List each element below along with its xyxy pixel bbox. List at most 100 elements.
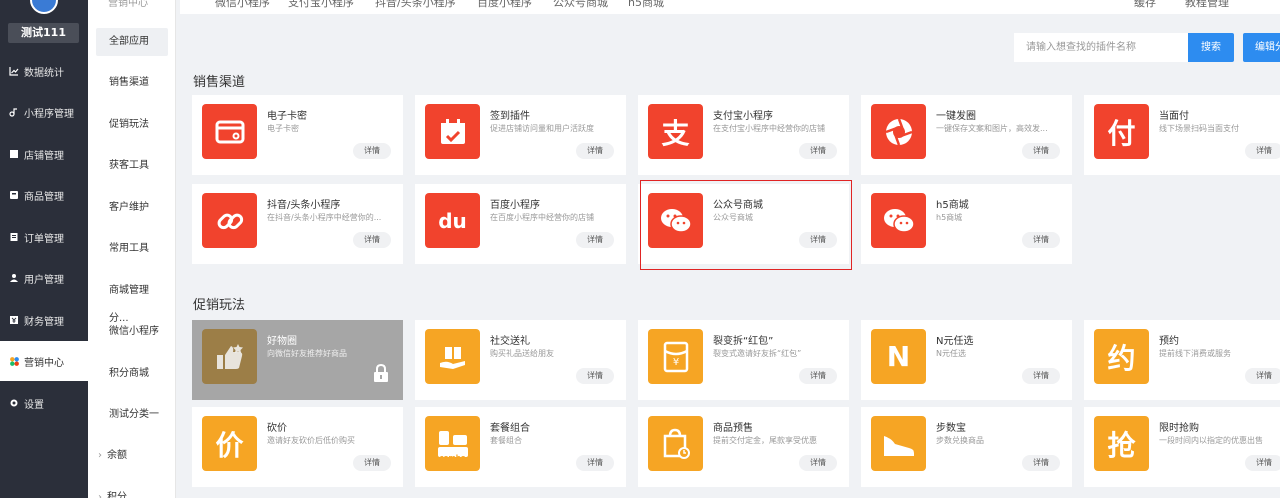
plugin-card[interactable]: 步数宝 步数兑换商品 详情 <box>861 407 1072 487</box>
card-title: 抖音/头条小程序 <box>267 200 341 211</box>
sidebar-item-goods[interactable]: 商品管理 <box>0 175 88 215</box>
card-title: 当面付 <box>1159 111 1189 122</box>
plugin-card[interactable]: h5商城 h5商城 详情 <box>861 184 1072 264</box>
card-description: 在抖音/头条小程序中经营你的... <box>267 213 382 222</box>
detail-button[interactable]: 详情 <box>576 143 614 159</box>
submenu-item-points[interactable]: › 积分 <box>96 484 168 498</box>
plugin-card[interactable]: N N元任选 N元任选 详情 <box>861 320 1072 400</box>
section-title-sales-channel: 销售渠道 <box>193 75 246 90</box>
card-title: 百度小程序 <box>490 200 540 211</box>
plugin-card[interactable]: 签到插件 促进店铺访问量和用户活跃度 详情 <box>415 95 626 175</box>
plugin-card[interactable]: 抢 限时抢购 一段时间内以指定的优惠出售 详情 <box>1084 407 1280 487</box>
plugin-card[interactable]: 好物圈 向微信好友推荐好商品 <box>192 320 403 400</box>
plugin-card[interactable]: 商品预售 提前交付定金，尾款享受优惠 详情 <box>638 407 849 487</box>
top-tab-wechat[interactable]: 微信小程序 <box>215 0 270 10</box>
detail-button[interactable]: 详情 <box>576 455 614 471</box>
submenu-item-balance[interactable]: › 余额 <box>96 442 168 470</box>
detail-button[interactable]: 详情 <box>799 143 837 159</box>
submenu-item-acquisition[interactable]: 获客工具 <box>96 152 168 180</box>
edit-category-button[interactable]: 编辑分类 <box>1243 33 1280 62</box>
sidebar-item-store[interactable]: 店铺管理 <box>0 134 88 174</box>
chart-icon <box>8 65 20 77</box>
card-title: 步数宝 <box>936 423 966 434</box>
top-tab-alipay[interactable]: 支付宝小程序 <box>288 0 354 10</box>
tutorial-link[interactable]: 教程管理 <box>1185 0 1229 10</box>
detail-button[interactable]: 详情 <box>1022 232 1060 248</box>
search-button[interactable]: 搜索 <box>1188 33 1234 62</box>
detail-button[interactable]: 详情 <box>1022 455 1060 471</box>
submenu-item-sales-channel[interactable]: 销售渠道 <box>96 69 168 97</box>
sidebar-item-label: 店铺管理 <box>24 150 64 162</box>
top-tab-douyin[interactable]: 抖音/头条小程序 <box>375 0 456 10</box>
store-icon <box>8 148 20 160</box>
plugin-card[interactable]: 付 当面付 线下场景扫码当面支付 详情 <box>1084 95 1280 175</box>
plugin-card[interactable]: 一键发圈一键保存文案和图片，高效发... 详情 <box>861 95 1072 175</box>
sidebar-item-label: 订单管理 <box>24 233 64 245</box>
user-icon <box>8 272 20 284</box>
top-tab-official-account[interactable]: 公众号商城 <box>553 0 608 10</box>
detail-button[interactable]: 详情 <box>799 455 837 471</box>
appointment-icon: 约 <box>1094 329 1149 384</box>
sidebar-item-orders[interactable]: 订单管理 <box>0 217 88 257</box>
combo-badge: combo <box>439 454 466 462</box>
shoe-icon <box>871 416 926 471</box>
card-title: N元任选 <box>936 336 974 347</box>
cache-link[interactable]: 缓存 <box>1134 0 1156 10</box>
card-title: 电子卡密 <box>267 111 307 122</box>
plugin-card[interactable]: combo 套餐组合 套餐组合 详情 <box>415 407 626 487</box>
detail-button[interactable]: 详情 <box>576 368 614 384</box>
aperture-icon <box>871 104 926 159</box>
sidebar-item-miniprogram[interactable]: 小程序管理 <box>0 92 88 132</box>
sidebar-item-label: 小程序管理 <box>24 108 74 120</box>
top-tab-h5[interactable]: h5商城 <box>628 0 664 10</box>
detail-button[interactable]: 详情 <box>353 455 391 471</box>
shop-name[interactable]: 测试111 <box>8 23 79 43</box>
card-description: 向微信好友推荐好商品 <box>267 349 347 358</box>
plugin-card[interactable]: 支 支付宝小程序 在支付宝小程序中经营你的店铺 详情 <box>638 95 849 175</box>
card-description: 电子卡密 <box>267 124 299 133</box>
detail-button[interactable]: 详情 <box>1245 368 1280 384</box>
submenu-item-promotion[interactable]: 促销玩法 <box>96 111 168 139</box>
card-title: 一键发圈 <box>936 111 976 122</box>
detail-button[interactable]: 详情 <box>1245 143 1280 159</box>
card-description: 线下场景扫码当面支付 <box>1159 124 1239 133</box>
avatar[interactable] <box>30 0 58 14</box>
sidebar-item-marketing[interactable]: 营销中心 <box>0 341 88 381</box>
sidebar-item-settings[interactable]: 设置 <box>0 383 88 423</box>
sidebar-item-users[interactable]: 用户管理 <box>0 258 88 298</box>
plugin-card[interactable]: 价 砍价 邀请好友砍价后低价购买 详情 <box>192 407 403 487</box>
plugin-card[interactable]: ¥ 裂变拆“红包” 裂变式邀请好友拆“红包” 详情 <box>638 320 849 400</box>
submenu-item-retention[interactable]: 客户维护 <box>96 194 168 222</box>
section-title-promotion: 促销玩法 <box>193 298 246 313</box>
plugin-card[interactable]: 社交送礼 购买礼品送给朋友 详情 <box>415 320 626 400</box>
plugin-card[interactable]: 约 预约 提前线下消费或服务 详情 <box>1084 320 1280 400</box>
search-input[interactable]: 请输入想查找的插件名称 <box>1014 33 1188 62</box>
card-description: 一键保存文案和图片，高效发... <box>936 124 1048 133</box>
submenu-item-all-apps[interactable]: 全部应用 <box>96 28 168 56</box>
sidebar-item-finance[interactable]: 财务管理 <box>0 300 88 340</box>
detail-button[interactable]: 详情 <box>353 143 391 159</box>
selection-highlight <box>640 180 852 270</box>
presale-bag-icon <box>648 416 703 471</box>
card-description: 购买礼品送给朋友 <box>490 349 554 358</box>
card-description: 在支付宝小程序中经营你的店铺 <box>713 124 825 133</box>
goods-icon <box>8 189 20 201</box>
detail-button[interactable]: 详情 <box>576 232 614 248</box>
submenu-item-test-category[interactable]: 测试分类一 <box>96 401 168 429</box>
plugin-card[interactable]: 抖音/头条小程序在抖音/头条小程序中经营你的... 详情 <box>192 184 403 264</box>
detail-button[interactable]: 详情 <box>353 232 391 248</box>
detail-button[interactable]: 详情 <box>1245 455 1280 471</box>
submenu-item-points-mall[interactable]: 积分商城 <box>96 360 168 388</box>
submenu-item-common-tools[interactable]: 常用工具 <box>96 235 168 263</box>
plugin-card[interactable]: du 百度小程序 在百度小程序中经营你的店铺 详情 <box>415 184 626 264</box>
plugin-card[interactable]: 电子卡密 电子卡密 详情 <box>192 95 403 175</box>
detail-button[interactable]: 详情 <box>799 368 837 384</box>
submenu-item-mall-category[interactable]: 商城管理分... <box>96 277 168 324</box>
top-tab-baidu[interactable]: 百度小程序 <box>477 0 532 10</box>
card-title: 商品预售 <box>713 423 753 434</box>
alipay-icon: 支 <box>648 104 703 159</box>
sidebar-item-data-stats[interactable]: 数据统计 <box>0 51 88 91</box>
detail-button[interactable]: 详情 <box>1022 143 1060 159</box>
submenu-item-wechat-miniprogram[interactable]: 微信小程序 <box>96 318 168 346</box>
detail-button[interactable]: 详情 <box>1022 368 1060 384</box>
